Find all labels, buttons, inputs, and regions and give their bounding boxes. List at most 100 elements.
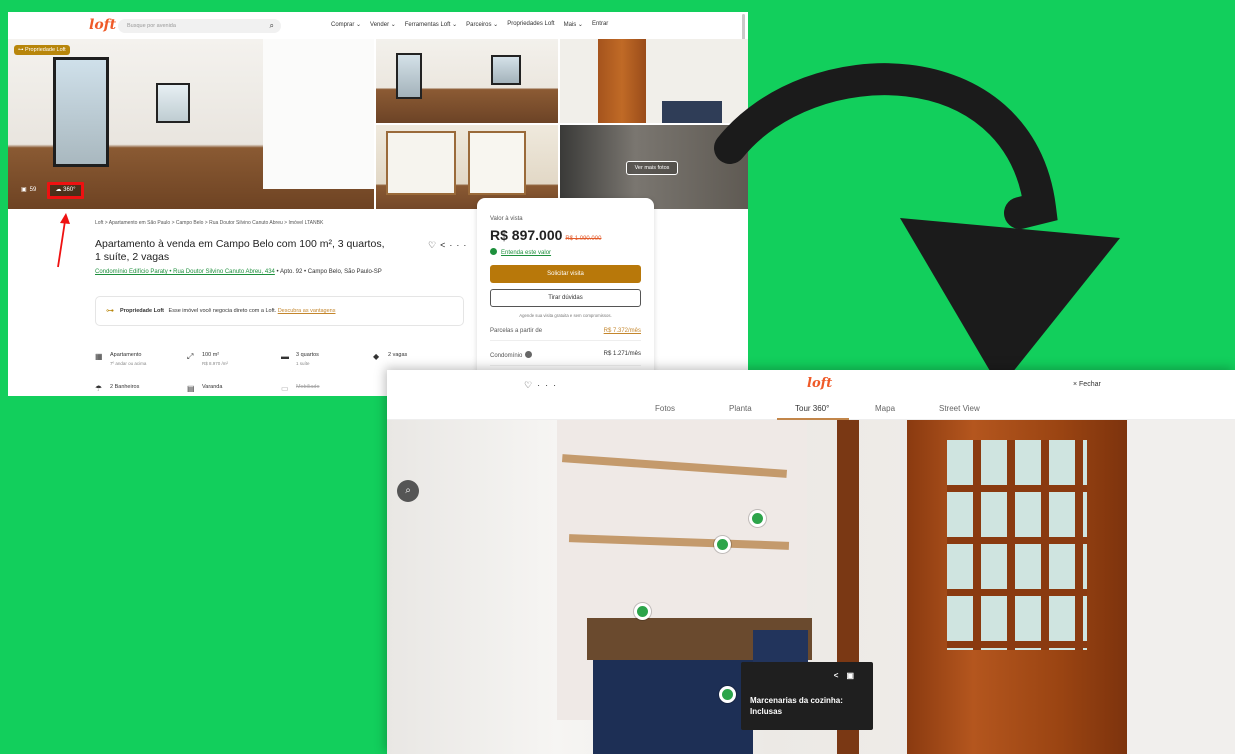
feature-label: 100 m² bbox=[202, 352, 220, 358]
tab-mapa[interactable]: Mapa bbox=[875, 404, 895, 413]
zoom-icon[interactable]: ⌕ bbox=[397, 480, 419, 502]
photo-window bbox=[156, 83, 190, 123]
feature-parking: ◆ 2 vagas bbox=[373, 352, 408, 361]
info-icon[interactable] bbox=[525, 351, 533, 358]
promo-link[interactable]: Descubra as vantagens bbox=[278, 308, 336, 314]
share-icon[interactable]: < bbox=[834, 671, 847, 680]
address-link[interactable]: Condomínio Edifício Paraty • Rua Doutor … bbox=[95, 269, 275, 275]
breadcrumb[interactable]: Loft > Apartamento em São Paulo > Campo … bbox=[95, 220, 323, 226]
tab-tour-360[interactable]: Tour 360° bbox=[795, 404, 829, 413]
installments-value[interactable]: R$ 7.372/mês bbox=[604, 328, 641, 334]
installments-label: Parcelas a partir de bbox=[490, 328, 543, 334]
photo-count-value: 59 bbox=[29, 186, 37, 193]
hotspot[interactable] bbox=[719, 686, 736, 703]
price-current: R$ 897.000 bbox=[490, 227, 563, 243]
thumb-photo[interactable] bbox=[376, 125, 558, 209]
price-card: Valor à vista R$ 897.000 R$ 1.090.000 Ent… bbox=[477, 198, 654, 396]
search-input[interactable]: Busque por avenida ⌕ bbox=[118, 19, 281, 33]
feature-label: Apartamento bbox=[110, 352, 142, 358]
photo-door bbox=[598, 39, 646, 123]
feature-label: 2 vagas bbox=[388, 352, 408, 358]
kitchen-cabinet bbox=[593, 660, 753, 754]
expand-icon[interactable]: ▣ bbox=[846, 671, 862, 680]
loft-logo[interactable]: loft bbox=[89, 17, 116, 33]
installments-row: Parcelas a partir de R$ 7.372/mês bbox=[490, 328, 641, 341]
photo-gallery: Ver mais fotos ⊶ Propriedade Loft ▣ 59 ☁ … bbox=[8, 39, 748, 209]
nav-propriedades[interactable]: Propriedades Loft bbox=[507, 21, 554, 28]
photo-cabinet bbox=[468, 131, 526, 195]
feature-label: Varanda bbox=[202, 384, 223, 390]
feature-type: ▦ Apartamento 7º andar ou acima bbox=[95, 352, 146, 366]
hotspot[interactable] bbox=[714, 536, 731, 553]
tooltip-actions: <▣ bbox=[834, 670, 862, 681]
promo-text: Esse imóvel você negocia direto com a Lo… bbox=[168, 308, 277, 314]
listing-window: loft Busque por avenida ⌕ Comprar ⌄ Vend… bbox=[8, 12, 748, 396]
listing-actions: ♡<··· bbox=[428, 240, 470, 251]
feature-label: 2 Banheiros bbox=[110, 384, 140, 390]
heart-icon[interactable]: ♡ bbox=[524, 380, 537, 390]
balcony-icon: ▤ bbox=[187, 384, 195, 393]
nav-entrar[interactable]: Entrar bbox=[592, 21, 608, 28]
tour-360-button[interactable]: ☁ 360° bbox=[47, 182, 84, 199]
feature-label: 3 quartos bbox=[296, 352, 319, 358]
price-old: R$ 1.090.000 bbox=[565, 236, 602, 242]
search-icon[interactable]: ⌕ bbox=[270, 21, 274, 31]
feature-bathrooms: ☂ 2 Banheiros bbox=[95, 384, 140, 393]
understand-label: Entenda este valor bbox=[501, 250, 552, 256]
area-icon: ⤢ bbox=[187, 352, 194, 361]
condo-value: R$ 1.271/mês bbox=[603, 351, 641, 357]
tab-fotos[interactable]: Fotos bbox=[655, 404, 675, 413]
red-arrow-annotation bbox=[57, 213, 70, 268]
feature-sub: 1 suíte bbox=[296, 361, 310, 366]
visit-note: Agende sua visita gratuita e sem comprom… bbox=[519, 313, 612, 318]
nav-parceiros[interactable]: Parceiros ⌄ bbox=[466, 21, 498, 28]
search-placeholder: Busque por avenida bbox=[127, 23, 176, 29]
promo-banner: ⊶ Propriedade Loft Esse imóvel você nego… bbox=[95, 296, 464, 326]
tour-window: ♡··· loft × Fechar Fotos Planta Tour 360… bbox=[387, 370, 1235, 754]
building-icon: ▦ bbox=[95, 352, 103, 361]
photo-wall bbox=[263, 39, 374, 189]
heart-icon[interactable]: ♡ bbox=[428, 240, 440, 250]
listing-title: Apartamento à venda em Campo Belo com 10… bbox=[95, 238, 385, 263]
more-icon[interactable]: ··· bbox=[537, 380, 561, 390]
tour-header: ♡··· loft × Fechar Fotos Planta Tour 360… bbox=[387, 370, 1235, 420]
nav-ferramentas[interactable]: Ferramentas Loft ⌄ bbox=[405, 21, 457, 28]
nav-vender[interactable]: Vender ⌄ bbox=[370, 21, 396, 28]
listing-address: Condomínio Edifício Paraty • Rua Doutor … bbox=[95, 268, 385, 277]
nav-comprar[interactable]: Comprar ⌄ bbox=[331, 21, 361, 28]
price-value: R$ 897.000 R$ 1.090.000 bbox=[490, 227, 641, 243]
ask-questions-button[interactable]: Tirar dúvidas bbox=[490, 289, 641, 307]
tour-360-viewer[interactable]: ⌕ <▣ Marcenarias da cozinha: Inclusas bbox=[387, 420, 1235, 754]
main-nav: Comprar ⌄ Vender ⌄ Ferramentas Loft ⌄ Pa… bbox=[331, 21, 608, 28]
photo-count[interactable]: ▣ 59 bbox=[21, 186, 37, 194]
understand-link[interactable]: Entenda este valor bbox=[490, 248, 641, 256]
address-rest: • Apto. 92 • Campo Belo, São Paulo-SP bbox=[274, 269, 382, 275]
hotspot[interactable] bbox=[749, 510, 766, 527]
more-icon[interactable]: ··· bbox=[449, 240, 470, 250]
loft-logo[interactable]: loft bbox=[807, 376, 832, 391]
camera-icon: ▣ bbox=[21, 187, 27, 193]
close-button[interactable]: × Fechar bbox=[1073, 381, 1101, 388]
tab-street-view[interactable]: Street View bbox=[939, 404, 980, 413]
share-icon[interactable]: < bbox=[440, 240, 449, 250]
key-icon: ⊶ bbox=[106, 306, 114, 315]
photo-window bbox=[491, 55, 521, 85]
promo-bold: Propriedade Loft bbox=[120, 308, 165, 314]
tour-actions: ♡··· bbox=[524, 380, 561, 391]
door-muntins bbox=[947, 440, 1087, 650]
nav-mais[interactable]: Mais ⌄ bbox=[564, 21, 583, 28]
more-photos-button[interactable]: Ver mais fotos bbox=[626, 161, 678, 175]
feature-furnished: ▭ Mobiliado bbox=[281, 384, 320, 393]
tab-planta[interactable]: Planta bbox=[729, 404, 752, 413]
hotspot[interactable] bbox=[634, 603, 651, 620]
thumb-photo[interactable] bbox=[376, 39, 558, 123]
listing-header: loft Busque por avenida ⌕ Comprar ⌄ Vend… bbox=[8, 12, 748, 39]
schedule-visit-button[interactable]: Solicitar visita bbox=[490, 265, 641, 283]
shower-icon: ☂ bbox=[95, 384, 103, 393]
photo-window bbox=[396, 53, 422, 99]
price-label: Valor à vista bbox=[490, 216, 523, 222]
feature-label: Mobiliado bbox=[296, 384, 320, 390]
condo-label: Condomínio bbox=[490, 353, 523, 359]
tour-360-label: 360° bbox=[63, 187, 76, 193]
curved-arrow-annotation bbox=[714, 63, 1120, 388]
